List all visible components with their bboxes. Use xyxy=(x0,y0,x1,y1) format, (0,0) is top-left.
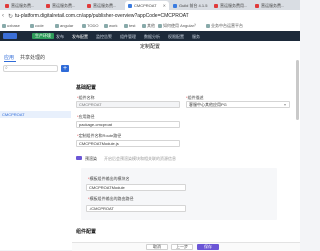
site-favicon-icon xyxy=(173,3,177,8)
site-favicon-icon xyxy=(46,3,50,8)
search-input[interactable] xyxy=(3,65,58,72)
topnav-item[interactable]: 服务 xyxy=(192,34,200,40)
type-select[interactable]: 客服中心其他应用PG xyxy=(186,101,290,108)
browser-tab-label: 营运服务费... xyxy=(93,2,117,8)
cancel-button[interactable]: 取消 xyxy=(146,244,168,250)
folder-icon xyxy=(104,23,108,28)
bookmark-icon xyxy=(158,24,162,28)
save-button[interactable]: 保存 xyxy=(197,244,219,250)
browser-tab-label: Guild 前台 4.1.5 xyxy=(179,2,208,8)
browser-tab[interactable]: 营运服务费... xyxy=(252,1,292,10)
field-label: *应用路径 xyxy=(77,114,95,119)
tab-apps[interactable]: 应用 xyxy=(4,54,14,61)
folder-icon xyxy=(30,23,34,28)
browser-tab-active[interactable]: CMCPROAT ✕ xyxy=(125,1,169,10)
bookmark-item[interactable]: 其他 xyxy=(142,23,155,29)
scrollbar[interactable] xyxy=(296,60,299,120)
environment-badge[interactable]: 生产环境 xyxy=(32,33,54,39)
list-item-label: CMCPROAT xyxy=(2,112,25,117)
site-favicon-icon xyxy=(5,3,9,8)
reload-icon[interactable]: ↻ xyxy=(8,13,13,20)
left-panel xyxy=(0,51,73,250)
module-field[interactable]: CMCPROATModule.js xyxy=(76,140,180,147)
main-content xyxy=(72,51,300,250)
active-tab-indicator xyxy=(4,61,16,62)
bookmark-item[interactable]: angular xyxy=(55,23,73,28)
browser-tab-label: 营运服务费用... xyxy=(220,2,248,8)
field-label: *模板组件输出的路由路径 xyxy=(88,196,134,201)
field-label: *模板组件输出的模块名 xyxy=(88,176,130,181)
bookmark-item[interactable]: test xyxy=(124,23,135,28)
bookmark-item[interactable]: 如何使用 Angular？ xyxy=(158,23,198,29)
add-button[interactable]: + xyxy=(61,65,69,72)
app-code-field[interactable]: CMCPROAT xyxy=(76,101,180,108)
previous-button[interactable]: 上一步 xyxy=(171,244,193,250)
browser-tab[interactable]: 营运服务费用... xyxy=(211,1,251,10)
browser-tab-label: 营运服务费... xyxy=(261,2,285,8)
bookmark-item[interactable]: 业务中台运营平台 xyxy=(206,23,243,29)
bookmark-item[interactable]: TODO xyxy=(82,23,98,28)
prerender-hint: 开启后会预渲染模块和相关联的资源信息 xyxy=(104,156,176,161)
topnav-item[interactable]: 组件管理 xyxy=(120,34,136,40)
bookmark-item[interactable]: uxbase xyxy=(2,23,20,28)
folder-icon xyxy=(124,23,128,28)
output-route-field[interactable]: ./CMCPROAT xyxy=(86,205,186,212)
section-title-basic: 基础配置 xyxy=(76,85,97,91)
site-favicon-icon xyxy=(128,3,132,8)
folder-icon xyxy=(82,23,86,28)
topnav-item[interactable]: 发布 xyxy=(56,34,64,40)
package-field[interactable]: package-cmcproat xyxy=(76,121,180,128)
url-input[interactable]: tu-platform.digitalretail.com.cn/app/pub… xyxy=(15,13,189,19)
section-title-advanced: 组件配置 xyxy=(76,229,97,235)
output-module-field[interactable]: CMCPROATModule xyxy=(86,184,186,191)
bookmark-item[interactable]: code xyxy=(30,23,44,28)
page-title: 定制配置 xyxy=(139,44,160,50)
browser-tab-label: 营运服务费... xyxy=(11,2,35,8)
site-favicon-icon xyxy=(255,3,259,8)
search-icon: ⌕ xyxy=(5,65,8,71)
chevron-down-icon: ▾ xyxy=(284,102,287,107)
browser-tab-label: CMCPROAT xyxy=(134,3,157,8)
bookmark-icon xyxy=(206,24,210,28)
prerender-checkbox[interactable] xyxy=(76,156,82,160)
field-label: *定制组件名和Route路径 xyxy=(77,133,122,138)
topnav-item[interactable]: 数据分析 xyxy=(144,34,160,40)
prerender-label: 预渲染 xyxy=(85,156,97,161)
topnav-item[interactable]: 监控告警 xyxy=(96,34,112,40)
browser-tab[interactable]: 营运服务费... xyxy=(43,1,83,10)
folder-icon xyxy=(142,24,146,28)
back-arrow-icon[interactable]: ‹ xyxy=(2,13,4,19)
browser-tab-label: 营运服务费... xyxy=(52,2,76,8)
folder-icon xyxy=(2,23,6,28)
browser-tab[interactable]: 营运服务费... xyxy=(84,1,124,10)
topnav-item[interactable]: 权限配置 xyxy=(168,34,184,40)
folder-icon xyxy=(55,23,59,28)
bookmark-item[interactable]: work xyxy=(104,23,117,28)
browser-tab[interactable]: Guild 前台 4.1.5 xyxy=(170,1,210,10)
site-favicon-icon xyxy=(214,3,218,8)
app-logo xyxy=(3,33,17,39)
tab-shared[interactable]: 共享处理的 xyxy=(20,54,45,61)
close-icon[interactable]: ✕ xyxy=(163,3,166,8)
site-favicon-icon xyxy=(87,3,91,8)
topnav-item[interactable]: 发布配置 xyxy=(72,34,88,40)
browser-tab[interactable]: 营运服务费... xyxy=(2,1,42,10)
